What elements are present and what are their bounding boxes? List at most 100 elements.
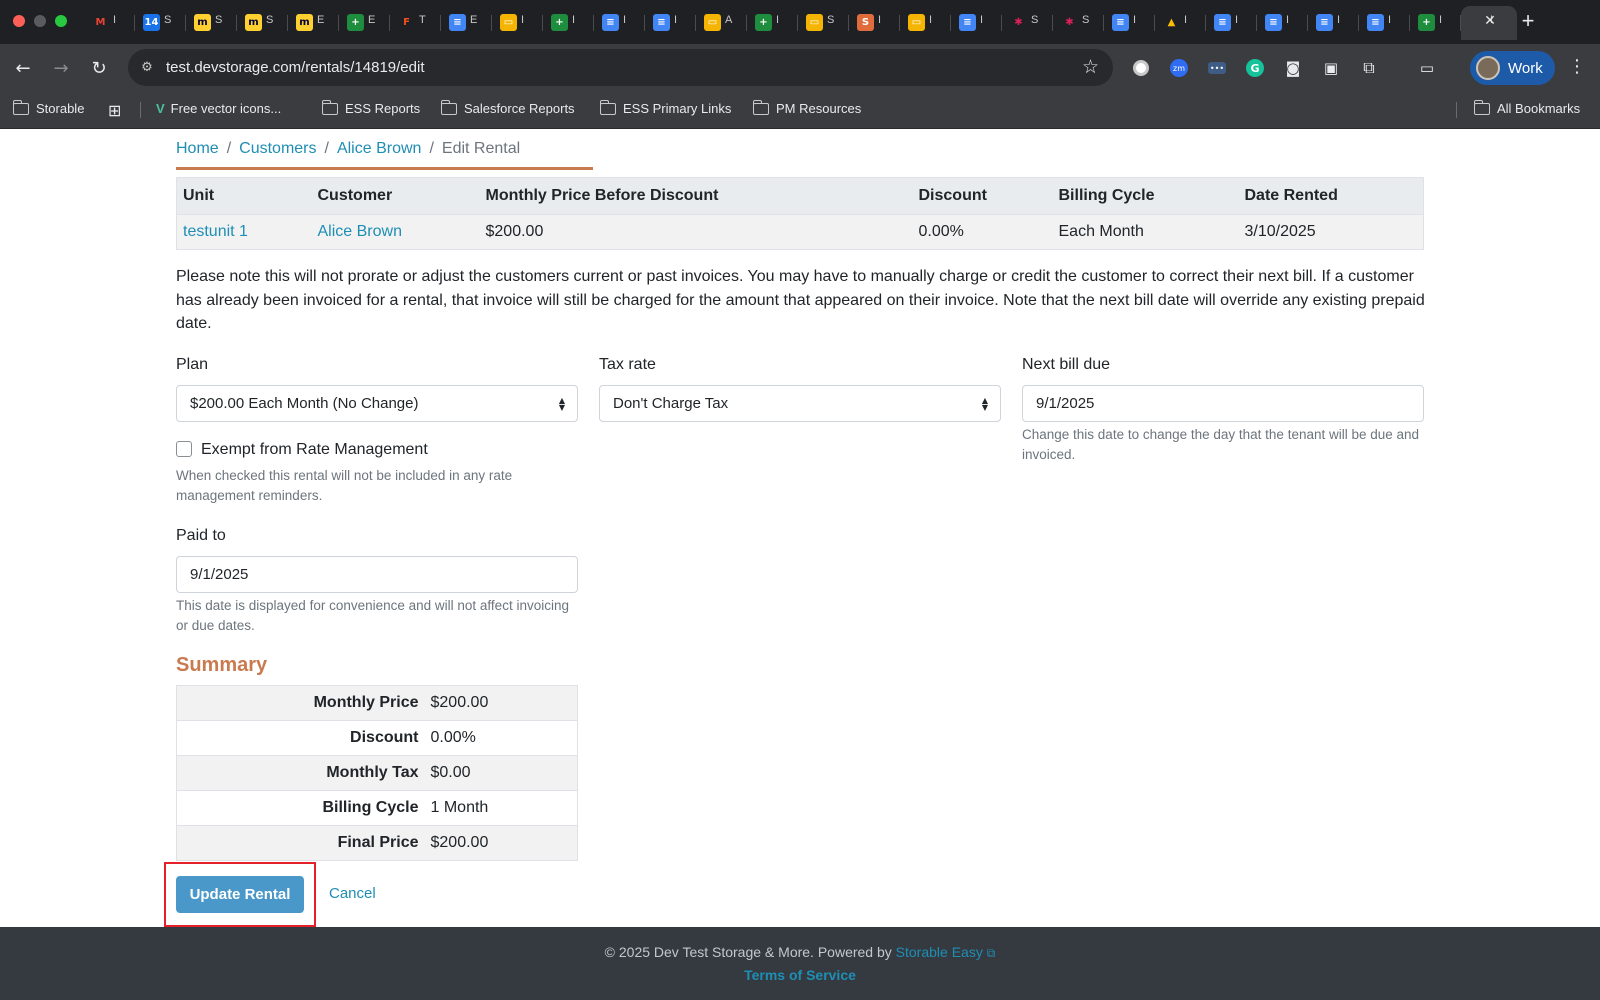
breadcrumb-customer-link[interactable]: Alice Brown [337, 140, 421, 158]
close-tab-icon[interactable]: ✕ [1480, 10, 1500, 30]
reading-mode-icon[interactable]: ▭ [1416, 57, 1438, 79]
browser-tab[interactable]: ▭ S [798, 6, 849, 40]
zoom-extension-icon[interactable]: zm [1168, 57, 1190, 79]
browser-tab[interactable]: mS [237, 6, 288, 40]
browser-tab[interactable]: ▲ I [1155, 6, 1206, 40]
bookmark-ess-primary-links[interactable]: ESS Primary Links [599, 99, 731, 116]
browser-tab[interactable]: ≡ I [1308, 6, 1359, 40]
tab-title: I [113, 14, 117, 26]
new-tab-button[interactable]: + [1517, 8, 1539, 34]
browser-menu-icon[interactable]: ⋮ [1568, 56, 1586, 77]
update-rental-button[interactable]: Update Rental [176, 876, 304, 913]
forward-button[interactable]: → [49, 56, 73, 80]
browser-tab[interactable]: + I [747, 6, 798, 40]
next-bill-due-input[interactable]: 9/1/2025 [1022, 385, 1424, 422]
bookmark-free-vector[interactable]: V Free vector icons... [156, 101, 281, 116]
bookmark-salesforce-reports[interactable]: Salesforce Reports [440, 99, 575, 116]
table-row: Monthly Tax $0.00 [176, 755, 578, 791]
tab-bar: M I 14 Sm Sm Sm E + E F T ≡ E ▭ I + I ≡ I ≡ I ▭ A + I ▭ S S I ▭ I ≡ I ✱ S ✱… [0, 0, 1600, 44]
paid-to-input[interactable]: 9/1/2025 [176, 556, 578, 593]
browser-tab[interactable]: + I [1410, 6, 1461, 40]
browser-tab[interactable]: ≡ I [1104, 6, 1155, 40]
browser-tab[interactable]: + I [543, 6, 594, 40]
footer-copyright: © 2025 Dev Test Storage & More. Powered … [604, 944, 892, 960]
bookmark-pm-resources[interactable]: PM Resources [752, 99, 861, 116]
sheets-icon: + [1418, 14, 1435, 31]
extensions-puzzle-icon[interactable]: ⧉ [1358, 57, 1380, 79]
docs-icon: ≡ [1367, 14, 1384, 31]
close-window-button[interactable] [13, 15, 25, 27]
extension-icon[interactable] [1130, 57, 1152, 79]
site-info-icon[interactable]: ⚙ [138, 58, 156, 76]
browser-tab[interactable]: FT [390, 6, 441, 40]
unit-link[interactable]: testunit 1 [183, 223, 248, 240]
apps-grid-icon[interactable]: ⊞ [108, 101, 121, 120]
cell-discount: 0.00% [912, 214, 1053, 250]
address-bar[interactable]: ⚙ test.devstorage.com/rentals/14819/edit… [128, 49, 1113, 86]
minimize-window-button[interactable] [34, 15, 46, 27]
tab-title: S [1082, 14, 1090, 26]
browser-tab[interactable]: ✱ S [1053, 6, 1104, 40]
folder-icon [752, 99, 769, 115]
folder-icon [321, 99, 338, 115]
grammarly-icon[interactable]: G [1244, 57, 1266, 79]
summary-label: Discount [176, 720, 425, 756]
next-bill-due-help: Change this date to change the day that … [1022, 427, 1420, 462]
extension-icon-2[interactable]: ▣ [1320, 57, 1342, 79]
browser-tab[interactable]: ▭ A [696, 6, 747, 40]
browser-toolbar: ← → ↻ ⚙ test.devstorage.com/rentals/1481… [0, 44, 1600, 92]
reload-button[interactable]: ↻ [87, 56, 111, 80]
tab-title: T [419, 14, 426, 26]
exempt-rate-management-label[interactable]: Exempt from Rate Management [201, 441, 428, 459]
camera-extension-icon[interactable]: ◙ [1282, 57, 1304, 79]
summary-title: Summary [176, 654, 268, 676]
browser-tab[interactable]: mS [186, 6, 237, 40]
terms-of-service-link[interactable]: Terms of Service [744, 967, 856, 983]
breadcrumb-home-link[interactable]: Home [176, 140, 219, 158]
bookmark-storable[interactable]: Storable [12, 99, 84, 116]
browser-tab[interactable]: ✱ S [1002, 6, 1053, 40]
miro-icon: m [194, 14, 211, 31]
bookmark-star-icon[interactable]: ☆ [1082, 56, 1099, 78]
tax-rate-select[interactable]: Don't Charge Tax ▲ ▼ [599, 385, 1001, 422]
back-button[interactable]: ← [11, 56, 35, 80]
bookmark-all-bookmarks[interactable]: All Bookmarks [1473, 99, 1580, 116]
browser-tab[interactable]: ▭ I [900, 6, 951, 40]
browser-tab[interactable]: ≡ I [1257, 6, 1308, 40]
vector-icon: V [156, 101, 165, 116]
maximize-window-button[interactable] [55, 15, 67, 27]
cell-unit: testunit 1 [176, 214, 312, 250]
browser-tab[interactable]: ≡ I [1359, 6, 1410, 40]
column-header-date-rented: Date Rented [1238, 177, 1424, 215]
browser-tab[interactable]: ≡ I [1206, 6, 1257, 40]
tab-title: S [164, 14, 172, 26]
profile-button[interactable]: Work [1470, 51, 1555, 85]
browser-tab[interactable]: ▭ I [492, 6, 543, 40]
browser-tab[interactable]: ≡ I [951, 6, 1002, 40]
browser-tab[interactable]: 14 S [135, 6, 186, 40]
tab-title: I [878, 14, 882, 26]
docs-icon: ≡ [449, 14, 466, 31]
browser-tab[interactable]: + E [339, 6, 390, 40]
footer-copyright-line: © 2025 Dev Test Storage & More. Powered … [0, 944, 1600, 961]
cancel-link[interactable]: Cancel [329, 885, 376, 902]
tab-title: E [368, 14, 376, 26]
tab-title: I [623, 14, 627, 26]
browser-tab[interactable]: mE [288, 6, 339, 40]
browser-tab[interactable]: ≡ E [441, 6, 492, 40]
rental-table: Unit Customer Monthly Price Before Disco… [176, 177, 1424, 250]
browser-tab[interactable]: ≡ I [645, 6, 696, 40]
breadcrumb-separator: / [226, 140, 232, 157]
browser-tab[interactable]: MI [84, 6, 135, 40]
browser-tab[interactable]: ≡ I [594, 6, 645, 40]
password-extension-icon[interactable]: ••• [1206, 57, 1228, 79]
bookmark-ess-reports[interactable]: ESS Reports [321, 99, 420, 116]
table-row: Final Price $200.00 [176, 825, 578, 861]
breadcrumb-customers-link[interactable]: Customers [239, 140, 316, 158]
exempt-rate-management-checkbox[interactable] [176, 441, 192, 457]
storable-easy-link[interactable]: Storable Easy ⧉ [896, 944, 996, 960]
column-header-discount: Discount [912, 177, 1053, 215]
browser-tab[interactable]: SI [849, 6, 900, 40]
plan-select[interactable]: $200.00 Each Month (No Change) ▲ ▼ [176, 385, 578, 422]
customer-link[interactable]: Alice Brown [318, 223, 402, 240]
